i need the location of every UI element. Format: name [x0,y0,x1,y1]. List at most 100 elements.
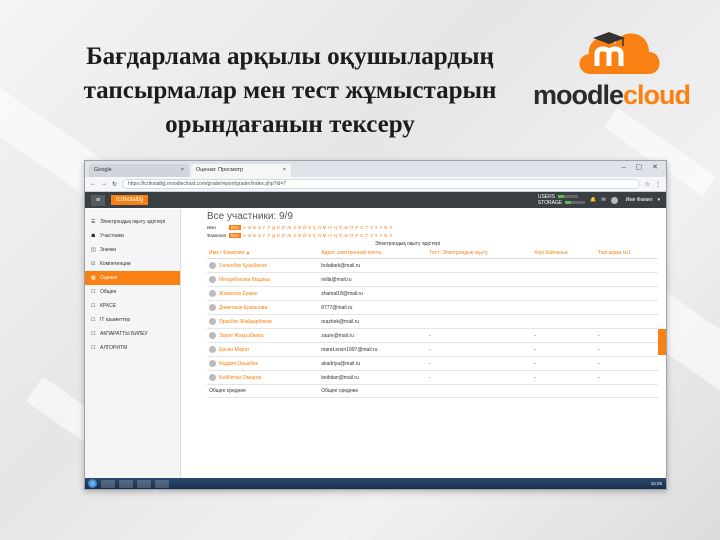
student-name[interactable]: Халелбек Қуанбеков [207,258,320,273]
filter-letter[interactable]: И [298,233,301,238]
browser-tab-active[interactable]: Оценки: Просмотр × [191,164,291,177]
filter-letter[interactable]: Л [318,233,321,238]
taskbar-button[interactable] [119,479,133,488]
grade-cell[interactable] [427,286,533,301]
filter-letter[interactable]: Д [272,225,275,230]
student-email[interactable]: 8777@mail.ru [319,300,428,315]
student-name[interactable]: Оразбек Жайдарбеков [207,314,320,329]
grade-cell[interactable]: - [595,328,658,343]
filter-letter[interactable]: Н [328,225,331,230]
user-name[interactable]: Имя Фамил [626,197,653,203]
grade-cell[interactable] [532,272,596,287]
drawer-item[interactable]: ☐ АЛГОРИТМ [85,341,180,355]
grade-cell[interactable] [595,272,658,287]
column-header[interactable]: Кері байланыс [532,248,596,259]
grade-cell[interactable]: - [532,356,596,371]
grade-cell[interactable] [532,314,596,329]
drawer-item[interactable]: ☐ Общее [85,285,180,299]
column-header[interactable]: Адрес электронной почты [319,248,428,259]
filter-letter[interactable]: Ү [380,233,383,238]
drawer-item[interactable]: ◫ Значки [85,243,180,257]
grade-cell[interactable] [595,258,658,273]
grade-cell[interactable]: - [595,370,658,385]
filter-letter[interactable]: Ғ [268,225,270,230]
filter-letter[interactable]: Х [390,233,393,238]
window-controls[interactable]: – ▢ ✕ [622,163,662,171]
grade-cell[interactable] [595,300,658,315]
student-name[interactable]: Кадрия Орынбек [207,356,320,371]
filter-letter[interactable]: Ө [344,225,348,230]
student-email[interactable]: zaure@mail.ru [319,328,428,343]
filter-letter[interactable]: А [243,225,246,230]
filter-letter[interactable]: Қ [313,225,316,230]
filter-letter[interactable]: В [258,233,261,238]
filter-letter[interactable]: Ё [282,233,285,238]
filter-letter[interactable]: М [323,233,327,238]
taskbar-button[interactable] [101,479,115,488]
filter-letter[interactable]: П [350,233,353,238]
drawer-item[interactable]: ☐ КРКСЕ [85,299,180,313]
drawer-item-active[interactable]: ▦ Оценки [85,271,180,285]
filter-letter[interactable]: Ә [248,233,251,238]
filter-letter[interactable]: К [308,225,311,230]
filter-letter[interactable]: О [339,225,343,230]
filter-letter[interactable]: В [258,225,261,230]
grade-cell[interactable] [532,286,596,301]
filter-letter[interactable]: Р [355,225,358,230]
filter-letter[interactable]: Х [390,225,393,230]
filter-letter[interactable]: Ә [248,225,251,230]
chevron-down-icon[interactable]: ▾ [657,197,660,203]
filter-letter[interactable]: Ф [384,225,387,230]
grade-cell[interactable]: - [427,328,533,343]
filter-letter[interactable]: Ж [287,233,291,238]
filter-letter[interactable]: Ң [334,233,337,238]
filter-letter[interactable]: Г [263,225,265,230]
filter-letter[interactable]: Ф [384,233,387,238]
grade-cell[interactable] [427,300,533,315]
filter-letter[interactable]: П [350,225,353,230]
filter-letter[interactable]: И [298,225,301,230]
student-name[interactable]: Мелдебекова Мадина [207,272,320,287]
filter-letter[interactable]: З [293,225,296,230]
filter-all[interactable]: Все [229,225,241,230]
drawer-item[interactable]: ☐ АКПАРАТТЫ БИЛЕУ [85,327,180,341]
filter-letter[interactable]: Р [355,233,358,238]
student-name[interactable]: Зауре Жақсыбаева [207,328,320,343]
grade-cell[interactable] [595,286,658,301]
grade-cell[interactable]: - [532,370,596,385]
filter-letter[interactable]: С [360,225,363,230]
student-name[interactable]: Дәметжан Ержанова [207,300,320,315]
grade-cell[interactable]: - [532,328,596,343]
filter-letter[interactable]: Г [263,233,265,238]
grade-cell[interactable] [595,314,658,329]
filter-letter[interactable]: Д [272,233,275,238]
grade-cell[interactable] [427,258,533,273]
notification-icon[interactable]: 🔔 [590,197,596,203]
grade-cell[interactable]: - [595,342,658,357]
grade-cell[interactable]: - [427,342,533,357]
filter-letter[interactable]: У [370,225,373,230]
star-icon[interactable]: ☆ [645,181,650,188]
student-email[interactable]: milla@mail.ru [319,272,428,287]
filter-letter[interactable]: Й [303,233,306,238]
filter-letter[interactable]: Ү [380,225,383,230]
menu-dots-icon[interactable]: ⋮ [655,181,661,188]
filter-letter[interactable]: М [323,225,327,230]
grade-cell[interactable]: - [427,356,533,371]
site-name[interactable]: tcrtkotalbjj [111,195,149,205]
student-email[interactable]: beibitan@mail.ru [319,370,428,385]
filter-letter[interactable]: А [243,233,246,238]
message-icon[interactable]: ✉ [601,197,605,203]
filter-letter[interactable]: У [370,233,373,238]
column-header[interactable]: Имя / Фамилия ▲ [207,248,320,259]
drawer-item[interactable]: ☗ Участники [85,229,180,243]
filter-letter[interactable]: Л [318,225,321,230]
drawer-toggle-icon[interactable]: ≡ [91,194,105,206]
filter-letter[interactable]: Т [365,233,368,238]
filter-letter[interactable]: Е [277,233,280,238]
student-email[interactable]: bolatbek@mail.ru [319,258,428,273]
start-icon[interactable] [88,479,97,488]
user-avatar[interactable] [610,196,618,204]
filter-letter[interactable]: Ұ [375,233,378,238]
filter-letter[interactable]: С [360,233,363,238]
